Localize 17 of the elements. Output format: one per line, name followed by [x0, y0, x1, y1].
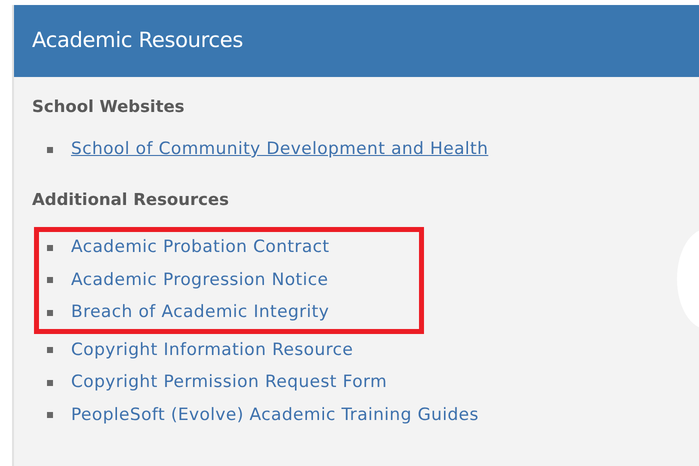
- bullet-icon: [47, 277, 53, 284]
- section-heading: Additional Resources: [32, 192, 230, 208]
- bullet-icon: [47, 244, 53, 251]
- bullet-icon: [47, 380, 53, 386]
- panel-title: Academic Resources: [32, 27, 244, 54]
- resource-link[interactable]: Academic Progression Notice: [71, 268, 328, 293]
- bullet-icon: [47, 146, 53, 153]
- bullet-icon: [47, 347, 53, 354]
- bullet-icon: [47, 412, 53, 418]
- resource-link[interactable]: School of Community Development and Health: [71, 137, 488, 162]
- resource-link[interactable]: Copyright Information Resource: [71, 338, 354, 363]
- section-heading: School Websites: [32, 99, 186, 116]
- resource-link[interactable]: PeopleSoft (Evolve) Academic Training Guides: [71, 402, 479, 428]
- resource-link[interactable]: Breach of Academic Integrity: [71, 300, 330, 326]
- resource-link[interactable]: Copyright Permission Request Form: [71, 370, 388, 396]
- resource-link[interactable]: Academic Probation Contract: [71, 235, 330, 260]
- bullet-icon: [47, 310, 53, 316]
